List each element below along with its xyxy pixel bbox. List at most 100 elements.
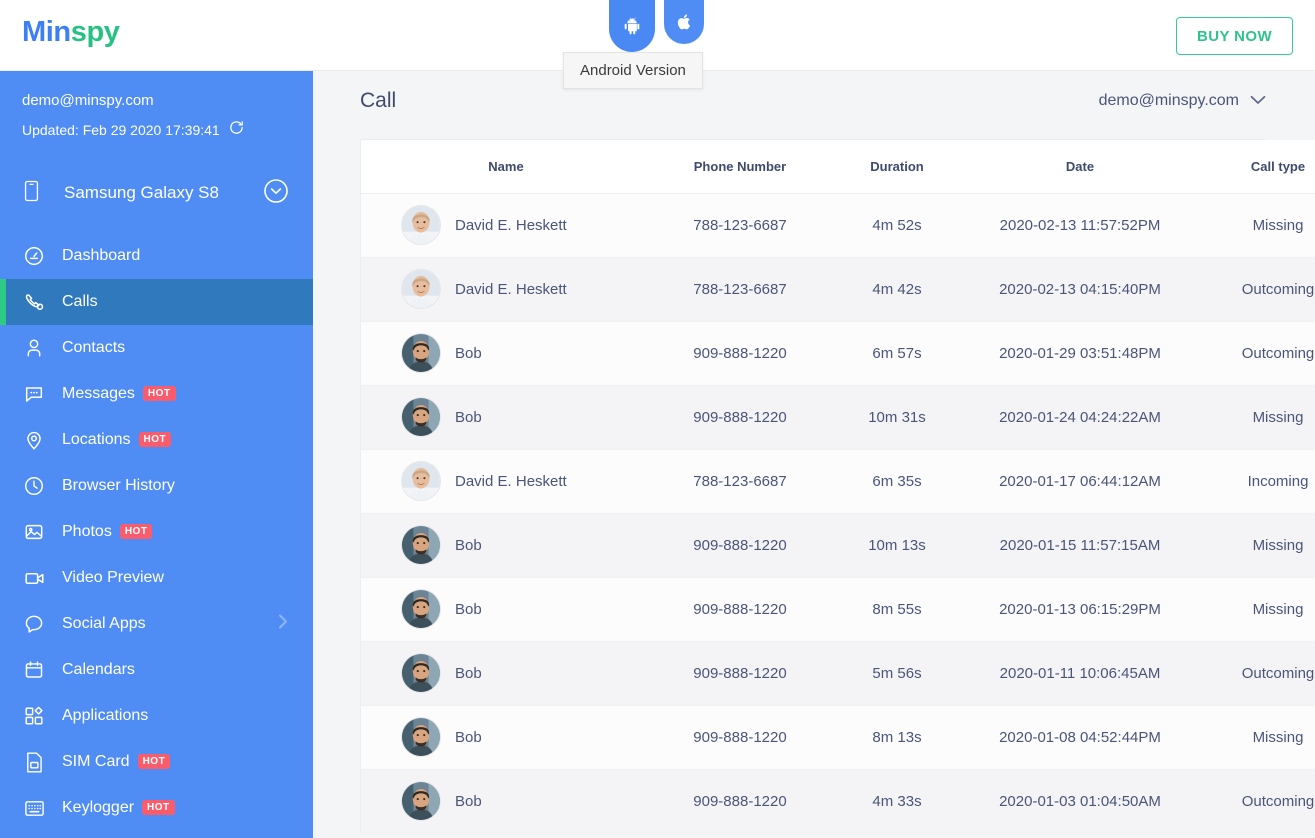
sidebar-item-label: Applications <box>62 707 149 724</box>
device-selector[interactable]: Samsung Galaxy S8 <box>0 167 313 219</box>
cell-name: David E. Heskett <box>361 257 651 322</box>
account-select-value: demo@minspy.com <box>1098 92 1239 109</box>
minspy-logo[interactable]: Minspy <box>22 16 120 49</box>
cell-call-type: Missing <box>1195 513 1315 578</box>
table-row[interactable]: Bob 909-888-1220 5m 56s 2020-01-11 10:06:45… <box>361 641 1315 706</box>
photo-icon <box>16 521 52 543</box>
cell-name: Bob <box>361 705 651 770</box>
table-row[interactable]: Bob 909-888-1220 10m 31s 2020-01-24 04:24:2… <box>361 385 1315 450</box>
buy-now-button[interactable]: BUY NOW <box>1176 17 1293 55</box>
dashboard-icon <box>16 245 52 267</box>
cell-call-type: Incoming <box>1195 449 1315 514</box>
cell-call-type: Missing <box>1195 705 1315 770</box>
table-row[interactable]: Bob 909-888-1220 8m 13s 2020-01-08 04:52:44… <box>361 705 1315 770</box>
cell-name: Bob <box>361 385 651 450</box>
sidebar-item-label: Locations <box>62 431 131 448</box>
sidebar-item-calls[interactable]: Calls <box>0 279 313 325</box>
hot-badge: HOT <box>137 754 171 769</box>
sidebar-updated-text: Updated: Feb 29 2020 17:39:41 <box>22 122 220 138</box>
sidebar-item-label: Calendars <box>62 661 135 678</box>
apple-icon <box>676 13 693 31</box>
message-icon <box>16 383 52 405</box>
sidebar-item-applications[interactable]: Applications <box>0 693 313 739</box>
cell-name: Bob <box>361 577 651 642</box>
cell-phone-number: 788-123-6687 <box>651 449 829 514</box>
cell-duration: 8m 55s <box>829 577 965 642</box>
cell-date: 2020-01-11 10:06:45AM <box>965 641 1195 706</box>
sidebar-item-dashboard[interactable]: Dashboard <box>0 233 313 279</box>
cell-phone-number: 909-888-1220 <box>651 513 829 578</box>
table-row[interactable]: David E. Heskett 788-123-6687 6m 35s 2020-0… <box>361 449 1315 514</box>
table-row[interactable]: Bob 909-888-1220 6m 57s 2020-01-29 03:51:48… <box>361 321 1315 386</box>
sidebar-item-contacts[interactable]: Contacts <box>0 325 313 371</box>
platform-tabs <box>609 0 704 52</box>
contact-name: Bob <box>455 600 482 618</box>
logo-text-min: Min <box>22 16 71 48</box>
table-row[interactable]: Bob 909-888-1220 4m 33s 2020-01-03 01:04:50… <box>361 769 1315 834</box>
cell-name: Bob <box>361 513 651 578</box>
sidebar-updated-row: Updated: Feb 29 2020 17:39:41 <box>22 119 291 141</box>
sidebar-item-social-apps[interactable]: Social Apps <box>0 601 313 647</box>
chevron-down-circle-icon[interactable] <box>263 178 291 209</box>
logo-text-spy: spy <box>70 16 120 48</box>
apple-tab[interactable] <box>664 0 704 44</box>
android-version-tooltip: Android Version <box>563 52 703 89</box>
cell-duration: 6m 57s <box>829 321 965 386</box>
sidebar-item-keylogger[interactable]: Keylogger HOT <box>0 785 313 831</box>
cell-duration: 10m 31s <box>829 385 965 450</box>
avatar <box>401 269 441 309</box>
android-icon <box>622 16 642 36</box>
sidebar-item-label: Social Apps <box>62 615 146 632</box>
cell-call-type: Missing <box>1195 385 1315 450</box>
sidebar-item-video-preview[interactable]: Video Preview <box>0 555 313 601</box>
sidebar-item-label: Contacts <box>62 339 126 356</box>
sidebar-item-photos[interactable]: Photos HOT <box>0 509 313 555</box>
cell-name: Bob <box>361 769 651 834</box>
sidebar-item-label: SIM Card <box>62 753 130 770</box>
table-row[interactable]: David E. Heskett 788-123-6687 4m 52s 2020-0… <box>361 193 1315 258</box>
sidebar-item-browser-history[interactable]: Browser History <box>0 463 313 509</box>
column-header-name: Name <box>361 140 651 194</box>
cell-phone-number: 909-888-1220 <box>651 577 829 642</box>
table-row[interactable]: Bob 909-888-1220 10m 13s 2020-01-15 11:57:1… <box>361 513 1315 578</box>
applications-icon <box>16 705 52 727</box>
cell-duration: 4m 52s <box>829 193 965 258</box>
cell-name: Bob <box>361 321 651 386</box>
main-header: Call demo@minspy.com <box>313 71 1315 131</box>
contact-name: David E. Heskett <box>455 472 567 490</box>
cell-phone-number: 909-888-1220 <box>651 641 829 706</box>
refresh-icon[interactable] <box>228 119 245 141</box>
cell-call-type: Outcoming <box>1195 321 1315 386</box>
sidebar-item-messages[interactable]: Messages HOT <box>0 371 313 417</box>
avatar <box>401 397 441 437</box>
sidebar-item-calendars[interactable]: Calendars <box>0 647 313 693</box>
chevron-right-icon[interactable] <box>277 613 289 636</box>
column-header-duration: Duration <box>829 140 965 194</box>
contact-name: Bob <box>455 536 482 554</box>
sidebar-item-label: Messages <box>62 385 135 402</box>
cell-duration: 5m 56s <box>829 641 965 706</box>
cell-duration: 10m 13s <box>829 513 965 578</box>
call-log-table: Name Phone Number Duration Date Call typ… <box>361 140 1315 834</box>
sidebar-item-locations[interactable]: Locations HOT <box>0 417 313 463</box>
cell-call-type: Outcoming <box>1195 257 1315 322</box>
contact-name: Bob <box>455 408 482 426</box>
cell-name: David E. Heskett <box>361 449 651 514</box>
sim-card-icon <box>16 751 52 774</box>
sidebar-item-sim-card[interactable]: SIM Card HOT <box>0 739 313 785</box>
account-select[interactable]: demo@minspy.com <box>1099 92 1266 110</box>
cell-phone-number: 909-888-1220 <box>651 385 829 450</box>
cell-name: David E. Heskett <box>361 193 651 258</box>
contact-name: David E. Heskett <box>455 216 567 234</box>
column-header-date: Date <box>965 140 1195 194</box>
sidebar-item-label: Photos <box>62 523 112 540</box>
android-tab[interactable] <box>609 0 655 52</box>
cell-phone-number: 909-888-1220 <box>651 705 829 770</box>
table-row[interactable]: David E. Heskett 788-123-6687 4m 42s 2020-0… <box>361 257 1315 322</box>
cell-duration: 4m 42s <box>829 257 965 322</box>
cell-call-type: Missing <box>1195 193 1315 258</box>
chat-bubble-icon <box>16 613 52 635</box>
table-row[interactable]: Bob 909-888-1220 8m 55s 2020-01-13 06:15:29… <box>361 577 1315 642</box>
sidebar-item-label: Calls <box>62 293 98 310</box>
hot-badge: HOT <box>119 524 153 539</box>
